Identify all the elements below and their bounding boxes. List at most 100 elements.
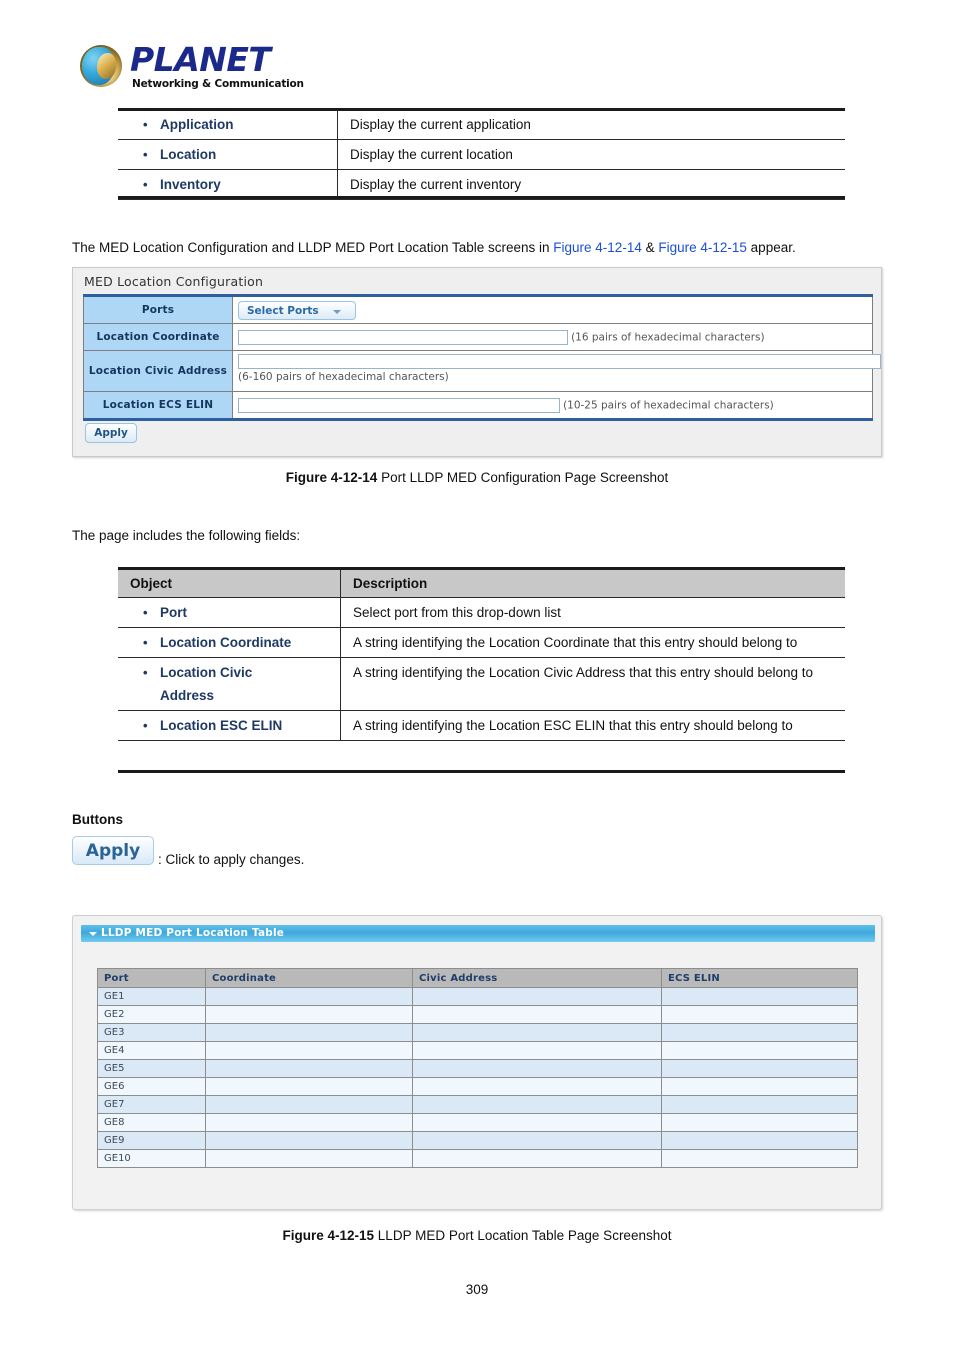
cell-port: GE4 [97, 1041, 206, 1060]
object-table-bottom-rule [118, 770, 845, 773]
cell-civic-address [412, 1005, 662, 1024]
location-ecs-elin-input[interactable] [238, 397, 560, 413]
description-cell: Display the current application [337, 110, 845, 140]
description-cell: A string identifying the Location Civic … [340, 657, 845, 711]
object-cell: Port [118, 597, 341, 628]
apply-button-illustration[interactable]: Apply [72, 836, 154, 865]
table-row: GE3 [97, 1023, 858, 1042]
select-ports-dropdown[interactable]: Select Ports [238, 301, 356, 320]
cell-civic-address [412, 1095, 662, 1114]
cell-port: GE9 [97, 1131, 206, 1150]
object-cell: Location Civic Address [118, 657, 341, 711]
form-row-ports: Ports Select Ports [83, 295, 873, 324]
table-row: GE1 [97, 987, 858, 1006]
object-cell-line1: Location Civic [160, 665, 253, 680]
ports-label: Ports [83, 295, 233, 324]
table-row: Location Coordinate A string identifying… [118, 627, 845, 658]
object-cell: Application [118, 110, 338, 140]
table-top-bottom-rule [118, 196, 845, 199]
description-cell: Display the current inventory [337, 169, 845, 200]
location-civic-address-value-cell: (6-160 pairs of hexadecimal characters) [232, 350, 881, 392]
location-ecs-elin-value-cell: (10-25 pairs of hexadecimal characters) [232, 391, 873, 420]
cell-ecs-elin [661, 1113, 858, 1132]
figure-4-12-14-link[interactable]: Figure 4-12-14 [553, 240, 642, 255]
location-coordinate-hint: (16 pairs of hexadecimal characters) [571, 330, 765, 343]
figure-4-12-14-caption: Figure 4-12-14 Port LLDP MED Configurati… [0, 470, 954, 485]
location-civic-address-input[interactable] [238, 354, 881, 369]
object-cell: Inventory [118, 169, 338, 200]
figure-4-12-15-link[interactable]: Figure 4-12-15 [658, 240, 747, 255]
caret-down-icon[interactable] [89, 932, 97, 936]
intro-joiner: & [641, 240, 659, 255]
description-column-header: Description [340, 570, 845, 598]
cell-civic-address [412, 1131, 662, 1150]
cell-civic-address [412, 1023, 662, 1042]
apply-button[interactable]: Apply [85, 423, 137, 443]
cell-ecs-elin [661, 1059, 858, 1078]
cell-coordinate [205, 1149, 413, 1168]
buttons-heading: Buttons [72, 812, 123, 827]
select-ports-label: Select Ports [247, 305, 319, 317]
panel-title-bar[interactable]: LLDP MED Port Location Table [81, 925, 875, 942]
table-row: GE5 [97, 1059, 858, 1078]
header-port: Port [97, 968, 206, 988]
cell-civic-address [412, 1041, 662, 1060]
cell-ecs-elin [661, 987, 858, 1006]
cell-ecs-elin [661, 1041, 858, 1060]
page-number: 309 [465, 1282, 489, 1297]
location-civic-address-label: Location Civic Address [83, 350, 233, 392]
brand-tagline: Networking & Communication [132, 78, 304, 90]
med-location-form: Ports Select Ports Location Coordinate (… [83, 294, 881, 421]
table-row: GE2 [97, 1005, 858, 1024]
cell-coordinate [205, 1113, 413, 1132]
brand-name: PLANET [130, 40, 271, 79]
figure-number: Figure 4-12-15 [282, 1228, 375, 1243]
cell-ecs-elin [661, 1023, 858, 1042]
cell-ecs-elin [661, 1005, 858, 1024]
description-cell: Select port from this drop-down list [340, 597, 845, 628]
location-coordinate-label: Location Coordinate [83, 323, 233, 351]
location-ecs-elin-hint: (10-25 pairs of hexadecimal characters) [563, 398, 774, 411]
cell-port: GE2 [97, 1005, 206, 1024]
object-column-header: Object [118, 570, 341, 598]
table-row: GE6 [97, 1077, 858, 1096]
location-coordinate-input[interactable] [238, 329, 568, 345]
cell-civic-address [412, 1059, 662, 1078]
cell-coordinate [205, 1095, 413, 1114]
chevron-down-icon [333, 310, 341, 314]
cell-port: GE10 [97, 1149, 206, 1168]
cell-port: GE1 [97, 987, 206, 1006]
cell-port: GE6 [97, 1077, 206, 1096]
figure-caption-text: LLDP MED Port Location Table Page Screen… [374, 1228, 672, 1243]
table-row: GE8 [97, 1113, 858, 1132]
table-row: GE4 [97, 1041, 858, 1060]
apply-button-description: : Click to apply changes. [158, 852, 305, 867]
header-ecs-elin: ECS ELIN [661, 968, 858, 988]
table-row: Location Civic Address A string identifyi… [118, 657, 845, 711]
cell-coordinate [205, 1023, 413, 1042]
header-coordinate: Coordinate [205, 968, 413, 988]
table-row: GE10 [97, 1149, 858, 1168]
cell-ecs-elin [661, 1131, 858, 1150]
table-row: Location ESC ELIN A string identifying t… [118, 710, 845, 741]
object-description-table: Object Description Port Select port from… [118, 570, 845, 741]
location-ecs-elin-label: Location ECS ELIN [83, 391, 233, 420]
cell-coordinate [205, 1131, 413, 1150]
object-cell-line2: Address [160, 688, 215, 703]
panel-title: LLDP MED Port Location Table [101, 927, 285, 939]
form-row-coordinate: Location Coordinate (16 pairs of hexadec… [83, 323, 873, 351]
cell-civic-address [412, 1077, 662, 1096]
table-row: Port Select port from this drop-down lis… [118, 597, 845, 628]
planet-globe-icon [80, 45, 122, 87]
object-cell: Location ESC ELIN [118, 710, 341, 741]
object-cell: Location [118, 139, 338, 170]
figure-number: Figure 4-12-14 [285, 470, 378, 485]
med-location-configuration-panel: MED Location Configuration Ports Select … [72, 267, 882, 457]
table-row: Inventory Display the current inventory [118, 169, 845, 200]
table-header-row: Object Description [118, 570, 845, 598]
form-row-ecs-elin: Location ECS ELIN (10-25 pairs of hexade… [83, 391, 873, 420]
cell-port: GE8 [97, 1113, 206, 1132]
cell-ecs-elin [661, 1077, 858, 1096]
table-row: Application Display the current applicat… [118, 110, 845, 140]
cell-ecs-elin [661, 1149, 858, 1168]
